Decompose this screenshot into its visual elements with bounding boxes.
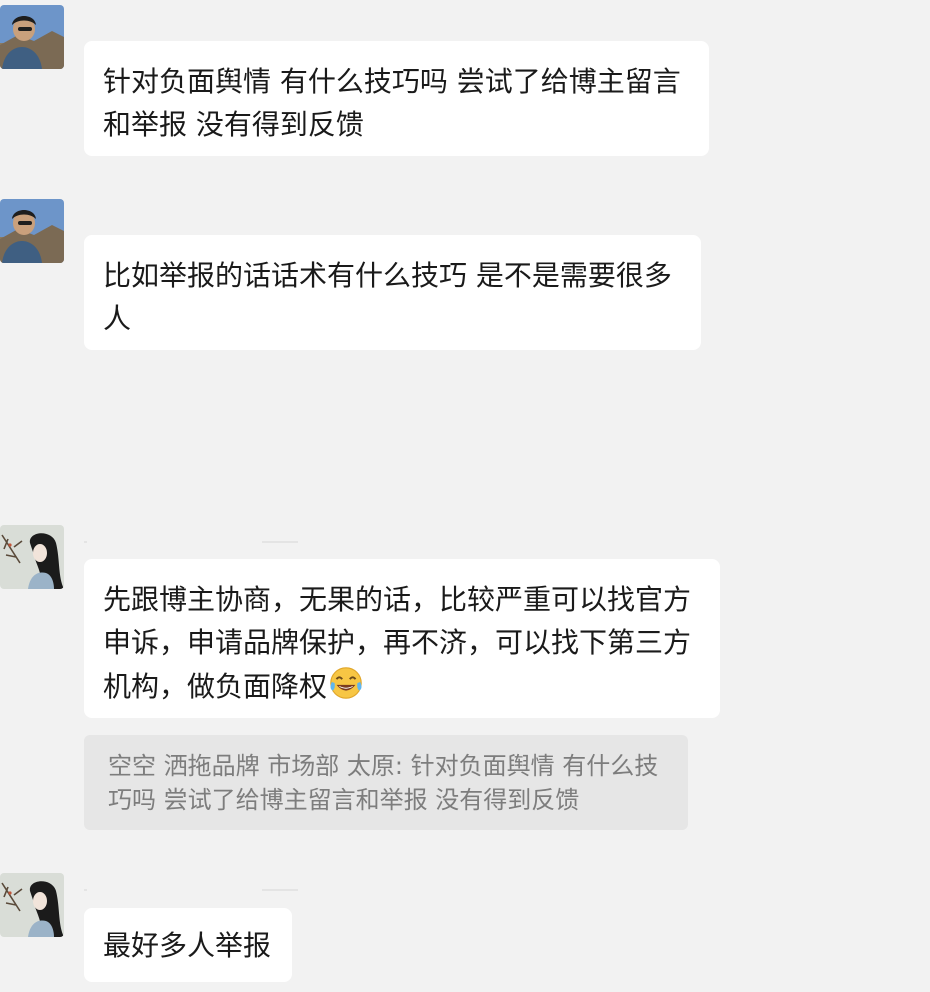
sender-name xyxy=(84,532,276,553)
quoted-message-text: 空空 洒拖品牌 市场部 太原: 针对负面舆情 有什么技巧吗 尝试了给博主留言和举… xyxy=(108,752,659,814)
redaction-mark xyxy=(84,541,87,543)
message-bubble[interactable]: 比如举报的话话术有什么技巧 是不是需要很多人 xyxy=(84,235,701,350)
avatar-user-man[interactable] xyxy=(0,5,64,69)
message-bubble[interactable]: 先跟博主协商，无果的话，比较严重可以找官方申诉，申请品牌保护，再不济，可以找下第… xyxy=(84,559,720,718)
redaction-mark xyxy=(262,889,298,891)
message-text: 先跟博主协商，无果的话，比较严重可以找官方申诉，申请品牌保护，再不济，可以找下第… xyxy=(103,583,692,703)
face-with-tears-of-joy-icon xyxy=(330,667,362,699)
message-bubble[interactable]: 最好多人举报 xyxy=(84,908,292,982)
message-text: 比如举报的话话术有什么技巧 是不是需要很多人 xyxy=(103,259,672,335)
avatar-user-woman[interactable] xyxy=(0,873,64,937)
message-text: 最好多人举报 xyxy=(103,929,272,962)
redaction-mark xyxy=(262,541,298,543)
sender-name xyxy=(84,880,276,901)
message-bubble[interactable]: 针对负面舆情 有什么技巧吗 尝试了给博主留言和举报 没有得到反馈 xyxy=(84,41,709,156)
avatar-user-man[interactable] xyxy=(0,199,64,263)
avatar-woman-illustration-icon xyxy=(0,525,64,589)
quoted-message[interactable]: 空空 洒拖品牌 市场部 太原: 针对负面舆情 有什么技巧吗 尝试了给博主留言和举… xyxy=(84,735,688,830)
avatar-man-photo-icon xyxy=(0,5,64,69)
avatar-man-photo-icon xyxy=(0,199,64,263)
message-text: 针对负面舆情 有什么技巧吗 尝试了给博主留言和举报 没有得到反馈 xyxy=(103,65,681,141)
avatar-user-woman[interactable] xyxy=(0,525,64,589)
avatar-woman-illustration-icon xyxy=(0,873,64,937)
redaction-mark xyxy=(84,889,87,891)
